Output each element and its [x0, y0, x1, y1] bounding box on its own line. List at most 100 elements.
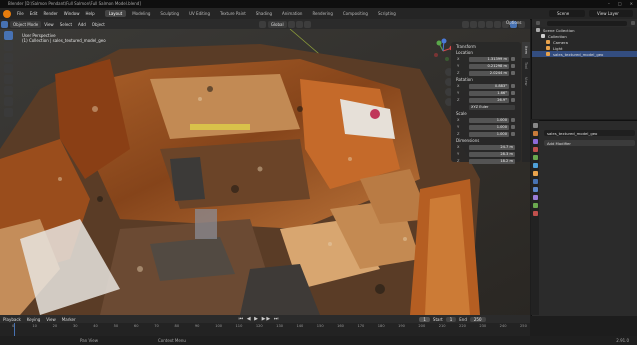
dimension-x-field[interactable]: 24.7 m: [469, 144, 515, 150]
tab-view[interactable]: View: [522, 73, 530, 90]
workspace-tab-rendering[interactable]: Rendering: [308, 10, 336, 17]
location-x-field[interactable]: 1.31399 m: [469, 56, 509, 62]
menu-file[interactable]: File: [14, 11, 27, 16]
transform-sidebar-panel: Transform Location X 1.31399 m Y 0.21298 m…: [451, 42, 521, 164]
tab-tool[interactable]: Tool: [522, 58, 530, 73]
menu-window[interactable]: Window: [61, 11, 83, 16]
proportional-edit-icon[interactable]: [303, 20, 311, 28]
outliner-editor-icon[interactable]: [536, 21, 540, 25]
tab-item[interactable]: Item: [522, 42, 530, 59]
lock-icon[interactable]: [511, 71, 515, 75]
scene-tab-icon[interactable]: [532, 155, 538, 160]
workspace-tab-compositing[interactable]: Compositing: [339, 10, 372, 17]
modifier-tab-icon[interactable]: [532, 179, 538, 184]
rotation-x-field[interactable]: 0.883°: [469, 83, 509, 89]
lock-icon[interactable]: [511, 84, 515, 88]
object-data-tab-icon[interactable]: [532, 203, 538, 208]
location-y-field[interactable]: 0.21298 m: [469, 63, 509, 69]
lock-icon[interactable]: [511, 125, 515, 129]
start-frame-field[interactable]: 1: [445, 316, 457, 322]
world-tab-icon[interactable]: [532, 163, 538, 168]
xray-icon[interactable]: [485, 20, 493, 28]
output-properties-tab-icon[interactable]: [532, 139, 538, 144]
viewport-menu-add[interactable]: Add: [75, 22, 89, 27]
workspace-tab-animation[interactable]: Animation: [278, 10, 306, 17]
scene-selector[interactable]: Scene: [549, 10, 585, 17]
measure-tool-icon[interactable]: [4, 108, 13, 117]
lock-icon[interactable]: [511, 118, 515, 122]
location-z-field[interactable]: 2.0244 m: [469, 70, 509, 76]
editor-type-icon[interactable]: [1, 20, 8, 28]
orientation-selector[interactable]: Global: [267, 20, 287, 28]
current-frame-field[interactable]: 1: [419, 316, 430, 322]
workspace-tab-shading[interactable]: Shading: [252, 10, 276, 17]
material-tab-icon[interactable]: [532, 211, 538, 216]
gizmo-toggle-icon[interactable]: [469, 20, 477, 28]
outliner-item-model[interactable]: sales_textured_model_geo: [532, 51, 637, 57]
particles-tab-icon[interactable]: [532, 187, 538, 192]
lock-icon[interactable]: [511, 57, 515, 61]
dimension-y-field[interactable]: 28.3 m: [469, 151, 515, 157]
menu-help[interactable]: Help: [82, 11, 97, 16]
render-properties-tab-icon[interactable]: [532, 131, 538, 136]
workspace-tab-modeling[interactable]: Modeling: [128, 10, 154, 17]
move-tool-icon[interactable]: [4, 53, 13, 62]
workspace-tab-uv-editing[interactable]: UV Editing: [185, 10, 214, 17]
rotation-z-field[interactable]: 26.9°: [469, 97, 509, 103]
timeline-menu-playback[interactable]: Playback: [0, 317, 24, 322]
transform-tool-icon[interactable]: [4, 86, 13, 95]
cursor-tool-icon[interactable]: [4, 42, 13, 51]
options-dropdown[interactable]: Options: [506, 20, 521, 25]
snap-icon[interactable]: [295, 20, 303, 28]
viewport-menu-view[interactable]: View: [41, 22, 57, 27]
physics-tab-icon[interactable]: [532, 195, 538, 200]
view-layer-tab-icon[interactable]: [532, 147, 538, 152]
close-button[interactable]: ✕: [630, 0, 633, 8]
menu-render[interactable]: Render: [40, 11, 60, 16]
timeline-menu-marker[interactable]: Marker: [59, 317, 79, 322]
playhead[interactable]: [14, 323, 15, 336]
visibility-icon[interactable]: [461, 20, 469, 28]
overlay-icon[interactable]: [477, 20, 485, 28]
shading-wireframe-icon[interactable]: [493, 20, 501, 28]
blender-logo-icon[interactable]: [3, 9, 11, 18]
orientation-icon[interactable]: [258, 20, 266, 28]
workspace-tab-layout[interactable]: Layout: [104, 10, 127, 17]
outliner-search-input[interactable]: [547, 20, 627, 26]
minimize-button[interactable]: –: [608, 0, 610, 8]
scale-x-field[interactable]: 1.000: [469, 117, 509, 123]
workspace-tab-sculpting[interactable]: Sculpting: [156, 10, 183, 17]
lock-icon[interactable]: [511, 132, 515, 136]
pivot-icon[interactable]: [287, 20, 295, 28]
object-name-field[interactable]: sales_textured_model_geo: [544, 130, 635, 136]
view-layer-selector[interactable]: View Layer: [589, 10, 633, 17]
viewport-menu-object[interactable]: Object: [89, 22, 108, 27]
select-box-tool-icon[interactable]: [4, 31, 13, 40]
workspace-tab-scripting[interactable]: Scripting: [374, 10, 400, 17]
add-modifier-button[interactable]: Add Modifier: [544, 140, 635, 146]
annotate-tool-icon[interactable]: [4, 97, 13, 106]
timeline-menu-keying[interactable]: Keying: [24, 317, 43, 322]
lock-icon[interactable]: [511, 91, 515, 95]
timeline-menu-view[interactable]: View: [43, 317, 59, 322]
end-frame-field[interactable]: 250: [469, 316, 486, 322]
scale-y-field[interactable]: 1.000: [469, 124, 509, 130]
viewport-menu-select[interactable]: Select: [57, 22, 75, 27]
menu-edit[interactable]: Edit: [27, 11, 41, 16]
playback-controls[interactable]: ⏮ ◀ ▶ ▶▶ ⏭: [239, 316, 280, 322]
dimension-z-field[interactable]: 18.2 m: [469, 158, 515, 164]
filter-icon[interactable]: [631, 21, 635, 25]
timeline-ruler[interactable]: 0102030405060708090100110120130140150160…: [0, 323, 530, 336]
lock-icon[interactable]: [511, 98, 515, 102]
scale-tool-icon[interactable]: [4, 75, 13, 84]
rotation-mode-dropdown[interactable]: XYZ Euler: [469, 104, 515, 110]
object-tab-icon[interactable]: [532, 171, 538, 176]
rotation-y-field[interactable]: 1.66°: [469, 90, 509, 96]
workspace-tab-texture-paint[interactable]: Texture Paint: [216, 10, 250, 17]
rotate-tool-icon[interactable]: [4, 64, 13, 73]
scale-z-field[interactable]: 1.000: [469, 131, 509, 137]
lock-icon[interactable]: [511, 64, 515, 68]
maximize-button[interactable]: □: [618, 0, 622, 8]
mode-selector[interactable]: Object Mode: [10, 20, 42, 28]
tool-properties-tab-icon[interactable]: [532, 123, 538, 128]
